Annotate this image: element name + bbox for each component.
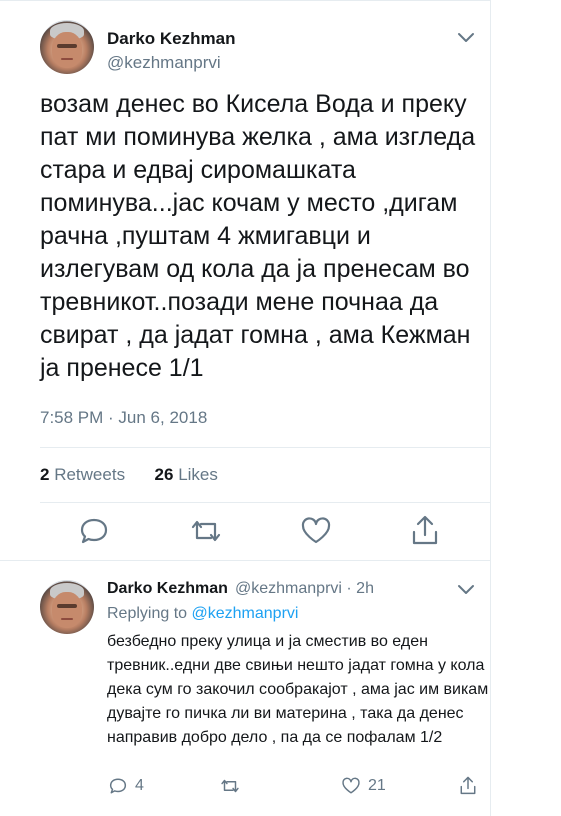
tweet-text: возам денес во Кисела Вода и преку пат м… [40,90,483,382]
reply-reply-button[interactable]: 4 [107,772,144,800]
main-tweet: Darko Kezhman @kezhmanprvi возам денес в… [0,0,490,560]
like-count[interactable]: 26 [155,465,174,484]
replying-to: Replying to @kezhmanprvi [107,605,298,623]
avatar[interactable] [40,580,94,634]
retweet-button[interactable] [188,513,224,549]
replying-handle-link[interactable]: @kezhmanprvi [192,605,299,622]
divider [40,502,490,503]
like-label[interactable]: Likes [178,465,218,484]
reply-share-button[interactable] [457,772,485,800]
replying-prefix: Replying to [107,605,188,622]
reply-author-name[interactable]: Darko Kezhman [107,580,228,598]
author-name[interactable]: Darko Kezhman [107,29,235,49]
like-icon [342,777,360,794]
like-icon [301,517,331,544]
reply-count: 4 [135,777,144,794]
retweet-icon [221,779,239,793]
retweet-label[interactable]: Retweets [54,465,125,484]
tweet-timestamp[interactable]: 7:58 PM · Jun 6, 2018 [40,408,207,428]
share-button[interactable] [407,513,443,549]
reply-retweet-button[interactable] [219,772,247,800]
reply-action-bar: 4 21 [107,772,487,800]
chevron-down-icon[interactable] [456,31,476,45]
reply-author-handle[interactable]: @kezhmanprvi · 2h [235,580,374,598]
like-button[interactable] [298,513,334,549]
comment-icon [80,518,108,544]
reply-like-button[interactable]: 21 [340,772,386,800]
reply-button[interactable] [76,513,112,549]
author-handle[interactable]: @kezhmanprvi [107,53,221,73]
retweet-count[interactable]: 2 [40,465,49,484]
share-icon [460,776,476,795]
action-bar [40,513,490,553]
chevron-down-icon[interactable] [456,583,476,597]
share-icon [412,515,438,545]
tweet-divider [0,560,490,561]
reply-like-count: 21 [368,777,386,794]
comment-icon [109,778,127,794]
engagement-stats: 2 Retweets 26 Likes [40,465,218,485]
avatar[interactable] [40,20,94,74]
divider [40,447,490,448]
reply-text: безбедно преку улица и ја сместив во еде… [107,633,493,746]
retweet-icon [191,520,221,542]
